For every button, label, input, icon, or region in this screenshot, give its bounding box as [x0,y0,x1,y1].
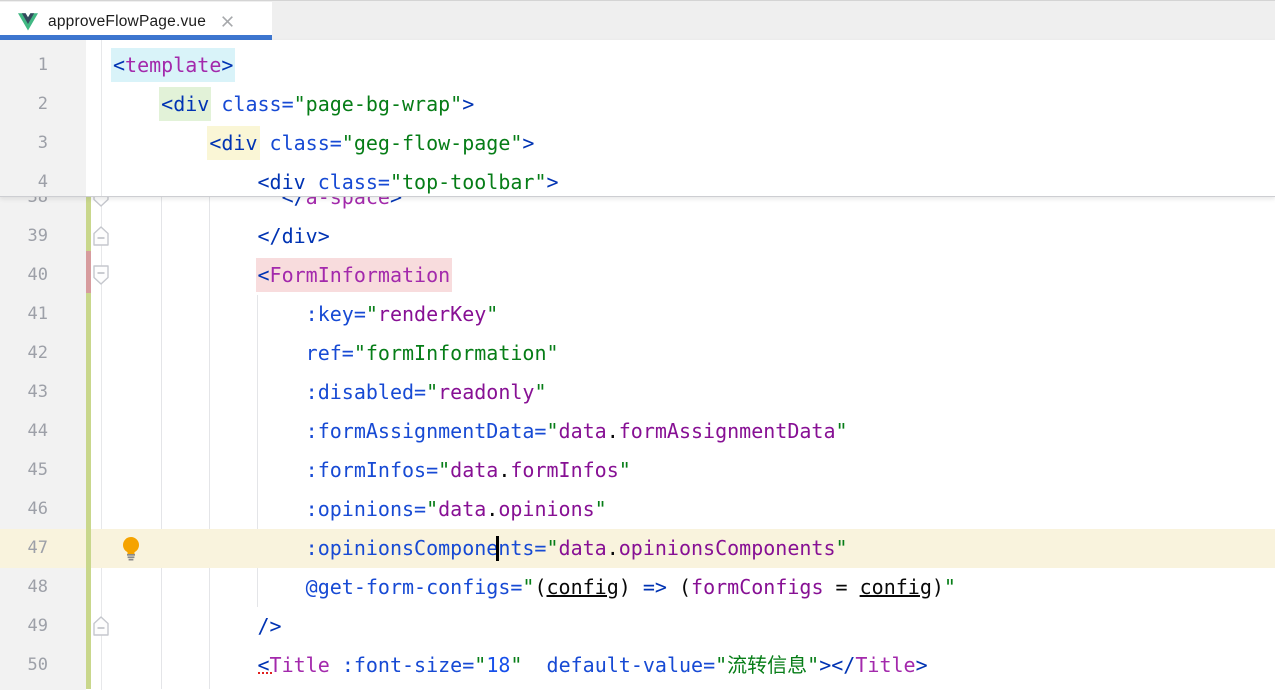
fold-marker-icon[interactable] [92,197,110,213]
code-text: <FormInformation [113,256,450,295]
line-number: 39 [0,217,48,256]
code-text: <template> [113,46,233,85]
highlight-green: <div [159,87,211,121]
editor-viewport[interactable]: 38 </a-space>39 </div>40 <FormInformatio… [0,197,1275,689]
vue-logo-icon [18,13,38,31]
code-editor[interactable]: 1<template>2 <div class="page-bg-wrap">3… [0,40,1275,690]
sticky-lines-panel: 1<template>2 <div class="page-bg-wrap">3… [0,40,1275,197]
line-number: 47 [0,529,48,568]
highlight-yellow: <div [207,126,259,160]
line-number: 46 [0,490,48,529]
code-text: :opinionsComponents="data.opinionsCompon… [113,529,848,568]
code-line-40: 40 <FormInformation [0,256,1275,295]
code-text: :formInfos="data.formInfos" [113,451,631,490]
code-line-4: 4 <div class="top-toolbar"> [0,163,1275,197]
code-line-3: 3 <div class="geg-flow-page"> [0,124,1275,163]
highlight-cyan: <template> [111,48,235,82]
code-line-44: 44 :formAssignmentData="data.formAssignm… [0,412,1275,451]
line-number: 49 [0,607,48,646]
code-text: :disabled="readonly" [113,373,547,412]
error-squiggle: < [258,653,270,677]
line-number: 42 [0,334,48,373]
code-line-42: 42 ref="formInformation" [0,334,1275,373]
fold-marker-icon[interactable] [92,264,110,291]
code-line-47: 47 :opinionsComponents="data.opinionsCom… [0,529,1275,568]
code-text: <div class="page-bg-wrap"> [113,85,474,124]
code-text: ref="formInformation" [113,334,559,373]
line-number: 40 [0,256,48,295]
code-line-49: 49 /> [0,607,1275,646]
tab-bar: approveFlowPage.vue [0,0,1275,40]
line-number: 45 [0,451,48,490]
fold-marker-icon[interactable] [92,615,110,642]
code-line-45: 45 :formInfos="data.formInfos" [0,451,1275,490]
line-number: 43 [0,373,48,412]
intention-bulb-icon[interactable] [120,535,142,568]
code-line-1: 1 <template> [0,46,1275,85]
tab-approveflowpage[interactable]: approveFlowPage.vue [0,2,272,41]
code-line-2: 2 <div class="page-bg-wrap"> [0,85,1275,124]
line-number: 44 [0,412,48,451]
line-number: 48 [0,568,48,607]
code-line-50: 50 <Title :font-size="18" default-value=… [0,646,1275,685]
code-text: <div class="top-toolbar"> [113,163,559,197]
code-line-43: 43 :disabled="readonly" [0,373,1275,412]
close-icon[interactable] [220,14,235,29]
code-line-38: 38 </a-space> [0,197,1275,217]
code-line-48: 48 @get-form-configs="(config) => (formC… [0,568,1275,607]
code-text: :formAssignmentData="data.formAssignment… [113,412,848,451]
code-text: @get-form-configs="(config) => (formConf… [113,568,956,607]
code-line-39: 39 </div> [0,217,1275,256]
line-number: 1 [0,46,48,85]
vcs-deleted-stripe [86,251,91,293]
line-number: 41 [0,295,48,334]
line-number: 2 [0,85,48,124]
tab-title: approveFlowPage.vue [48,13,206,31]
line-number: 38 [0,197,48,217]
fold-marker-icon[interactable] [92,225,110,252]
line-number: 4 [0,163,48,197]
line-number: 3 [0,124,48,163]
code-text: </div> [113,217,330,256]
line-number: 50 [0,646,48,685]
code-line-41: 41 :key="renderKey" [0,295,1275,334]
code-line-46: 46 :opinions="data.opinions" [0,490,1275,529]
code-text: :key="renderKey" [113,295,498,334]
highlight-pink: <FormInformation [256,258,453,292]
code-text: :opinions="data.opinions" [113,490,607,529]
code-text: <Title :font-size="18" default-value="流转… [113,646,928,685]
code-text: </a-space> [113,197,402,217]
code-text: <div class="geg-flow-page"> [113,124,534,163]
code-text: /> [113,607,282,646]
text-caret [496,536,499,561]
ide-window: approveFlowPage.vue 1<template>2 <div cl… [0,0,1275,690]
